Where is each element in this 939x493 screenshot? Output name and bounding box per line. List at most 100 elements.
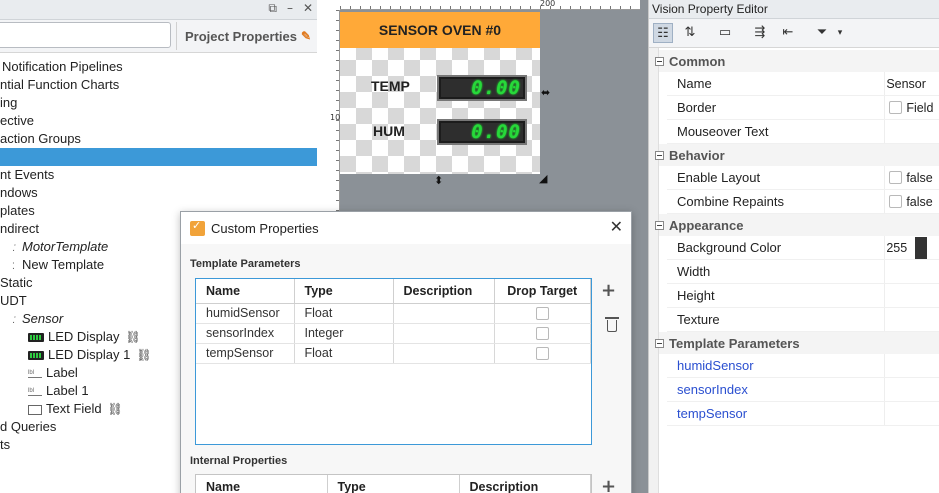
- property-checkbox[interactable]: [889, 171, 903, 184]
- col-internal-name[interactable]: Name: [196, 475, 328, 493]
- property-row[interactable]: sensorIndex: [667, 378, 939, 402]
- tree-item-selected[interactable]: [0, 148, 317, 166]
- property-row[interactable]: humidSensor: [667, 354, 939, 378]
- property-value[interactable]: [884, 378, 939, 401]
- categorized-view-icon[interactable]: ☷: [653, 23, 673, 43]
- property-row[interactable]: Width: [667, 260, 939, 284]
- resize-horizontal-handle-icon[interactable]: ⬌: [541, 86, 550, 99]
- property-value[interactable]: Field: [884, 96, 939, 119]
- internal-properties-table[interactable]: Name Type Description: [195, 474, 592, 493]
- property-checkbox[interactable]: [889, 101, 903, 114]
- property-value[interactable]: 255: [884, 236, 939, 259]
- drop-target-checkbox[interactable]: [535, 307, 549, 321]
- tree-item[interactable]: Static: [0, 274, 33, 292]
- collapse-icon[interactable]: [655, 220, 664, 230]
- tree-item[interactable]: d Queries: [0, 418, 56, 436]
- property-value[interactable]: [884, 402, 939, 425]
- tree-item[interactable]: LED Display 1 ⛓: [28, 346, 152, 364]
- property-row[interactable]: Combine Repaints false: [667, 190, 939, 214]
- param-type-cell[interactable]: Float: [294, 343, 394, 364]
- table-row[interactable]: tempSensor Float: [196, 343, 591, 364]
- property-row[interactable]: Border Field: [667, 96, 939, 120]
- collapse-all-icon[interactable]: ⇤: [778, 23, 798, 43]
- property-category[interactable]: Common: [655, 50, 939, 72]
- property-row[interactable]: Height: [667, 284, 939, 308]
- param-name-cell[interactable]: sensorIndex: [196, 323, 295, 344]
- table-row[interactable]: humidSensor Float: [196, 303, 591, 324]
- customizers-icon[interactable]: ▭: [715, 23, 735, 43]
- tree-item[interactable]: ⁚ New Template: [12, 256, 104, 274]
- property-value[interactable]: [884, 354, 939, 377]
- col-name[interactable]: Name: [196, 279, 295, 304]
- tree-item[interactable]: ts: [0, 436, 10, 454]
- param-description-cell[interactable]: [393, 343, 495, 364]
- param-name-cell[interactable]: tempSensor: [196, 343, 295, 364]
- template-parameters-table[interactable]: Name Type Description Drop Target humidS…: [195, 278, 592, 445]
- tree-item[interactable]: LED Display ⛓: [28, 328, 141, 346]
- delete-parameter-icon[interactable]: [605, 317, 619, 332]
- drop-target-checkbox[interactable]: [535, 327, 549, 341]
- property-value[interactable]: false: [884, 190, 939, 213]
- table-row[interactable]: sensorIndex Integer: [196, 323, 591, 344]
- tree-item[interactable]: ntial Function Charts: [0, 76, 119, 94]
- resize-vertical-handle-icon[interactable]: ⬍: [434, 174, 443, 187]
- drop-target-checkbox[interactable]: [535, 347, 549, 361]
- filter-icon[interactable]: ⏷: [812, 23, 832, 43]
- filter-dropdown-icon[interactable]: ▾: [830, 23, 850, 43]
- hum-label[interactable]: HUM: [373, 123, 405, 139]
- param-description-cell[interactable]: [393, 303, 495, 324]
- float-panel-icon[interactable]: ⧉: [268, 1, 277, 16]
- minimize-panel-icon[interactable]: –: [287, 1, 293, 16]
- tree-item[interactable]: ing: [0, 94, 17, 112]
- temp-label[interactable]: TEMP: [371, 78, 410, 94]
- col-internal-type[interactable]: Type: [327, 475, 460, 493]
- color-swatch[interactable]: [915, 236, 928, 259]
- tree-item[interactable]: Text Field ⛓: [28, 400, 123, 418]
- collapse-icon[interactable]: [655, 56, 664, 66]
- property-value[interactable]: [884, 260, 939, 283]
- property-value[interactable]: [884, 284, 939, 307]
- tree-item[interactable]: UDT: [0, 292, 27, 310]
- property-row[interactable]: Texture: [667, 308, 939, 332]
- resize-corner-handle-icon[interactable]: ◢: [539, 172, 547, 185]
- close-dialog-button[interactable]: ✕: [610, 218, 623, 236]
- tree-item[interactable]: Label 1: [28, 382, 89, 400]
- property-category[interactable]: Appearance: [655, 214, 939, 236]
- property-value[interactable]: false: [884, 166, 939, 189]
- tree-item[interactable]: ndows: [0, 184, 38, 202]
- property-category[interactable]: Behavior: [655, 144, 939, 166]
- temp-led-display[interactable]: 0.00: [437, 75, 527, 101]
- property-value[interactable]: [884, 120, 939, 143]
- tree-item[interactable]: action Groups: [0, 130, 81, 148]
- collapse-icon[interactable]: [655, 150, 664, 160]
- param-description-cell[interactable]: [393, 323, 495, 344]
- col-internal-description[interactable]: Description: [459, 475, 591, 493]
- hum-led-display[interactable]: 0.00: [437, 119, 527, 145]
- property-value[interactable]: [884, 308, 939, 331]
- property-row[interactable]: Enable Layout false: [667, 166, 939, 190]
- tree-item[interactable]: Label: [28, 364, 78, 382]
- close-panel-icon[interactable]: ✕: [303, 1, 313, 16]
- add-internal-property-button[interactable]: +: [601, 478, 616, 493]
- param-type-cell[interactable]: Float: [294, 303, 394, 324]
- col-drop-target[interactable]: Drop Target: [494, 279, 591, 304]
- property-category[interactable]: Template Parameters: [655, 332, 939, 354]
- property-checkbox[interactable]: [889, 195, 903, 208]
- tree-item[interactable]: Notification Pipelines: [2, 58, 123, 76]
- tree-item[interactable]: nt Events: [0, 166, 54, 184]
- param-name-cell[interactable]: humidSensor: [196, 303, 295, 324]
- param-type-cell[interactable]: Integer: [294, 323, 394, 344]
- col-type[interactable]: Type: [294, 279, 394, 304]
- tree-item[interactable]: ⁚ Sensor: [12, 310, 63, 328]
- collapse-icon[interactable]: [655, 338, 664, 348]
- property-value[interactable]: Sensor: [884, 72, 939, 95]
- project-properties-button[interactable]: Project Properties ✎: [176, 22, 314, 50]
- tree-item[interactable]: ective: [0, 112, 34, 130]
- property-row[interactable]: Mouseover Text: [667, 120, 939, 144]
- property-row[interactable]: Name Sensor: [667, 72, 939, 96]
- property-row[interactable]: Background Color 255: [667, 236, 939, 260]
- add-parameter-button[interactable]: +: [601, 282, 616, 300]
- sensor-template[interactable]: SENSOR OVEN #0 TEMP 0.00 HUM 0.00: [340, 12, 540, 174]
- property-editor-scrollbar[interactable]: [649, 48, 659, 493]
- project-search-input[interactable]: [0, 22, 171, 48]
